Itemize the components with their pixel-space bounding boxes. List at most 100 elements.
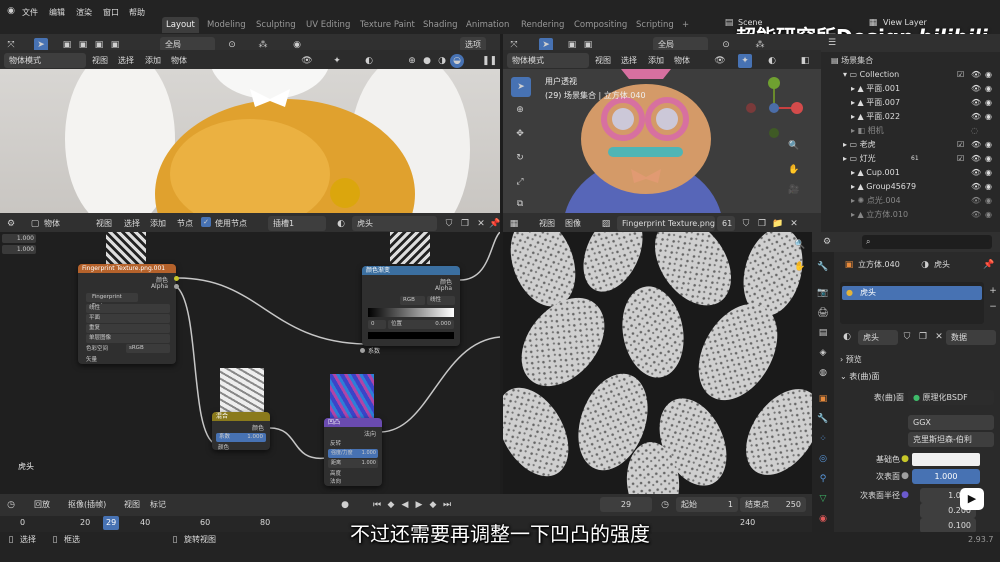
view-layer-tab-icon[interactable]: ▤ [816, 326, 830, 340]
camera-view-icon[interactable]: 🎥 [787, 183, 801, 197]
tool-tab-icon[interactable]: 🔧 [816, 260, 830, 274]
menu-window[interactable]: 窗口 [103, 6, 119, 20]
eye-icon[interactable]: 👁 [971, 82, 981, 96]
menu-file[interactable]: 文件 [22, 6, 38, 20]
node-menu-node[interactable]: 节点 [177, 217, 193, 231]
unlink-image-icon[interactable]: ✕ [787, 217, 801, 231]
render-tab-icon[interactable]: 📷 [816, 286, 830, 300]
outliner-row-camera[interactable]: ▸ ◧ 相机 ◌ [821, 124, 999, 138]
left-viewport-render[interactable] [0, 69, 500, 213]
right-menu-object[interactable]: 物体 [674, 54, 690, 68]
timeline-type-icon[interactable]: ◷ [4, 498, 18, 512]
remove-slot-icon[interactable]: − [986, 300, 1000, 314]
camera-icon[interactable]: ◉ [985, 152, 992, 166]
ramp-fac-socket[interactable] [360, 348, 365, 353]
image-color-socket[interactable] [174, 276, 179, 281]
left-menu-add[interactable]: 添加 [145, 54, 161, 68]
constraints-tab-icon[interactable]: ⚲ [816, 472, 830, 486]
start-frame-field[interactable]: 起始 1 [676, 497, 738, 512]
outliner-row-plane-001[interactable]: ▸ ▲ 平面.001 👁 ◉ [821, 82, 999, 96]
material-slot-list[interactable]: ● 虎头 [840, 282, 984, 324]
outliner-row-cube-010[interactable]: ▸ ▲ 立方体.010 👁 ◉ [821, 208, 999, 222]
overlay-icon[interactable]: ◐ [362, 54, 376, 68]
open-folder-icon[interactable]: 📁 [771, 217, 785, 231]
timeline-menu-view[interactable]: 视图 [124, 498, 140, 512]
image-node-extension[interactable]: 重复 [86, 324, 170, 333]
subsurface-method-select[interactable]: 克里斯坦森-伯利 [908, 432, 994, 447]
duplicate-icon[interactable]: ❐ [916, 330, 930, 344]
outliner-row-pointlight[interactable]: ▸ ✺ 点光.004 👁 ◉ [821, 194, 999, 208]
eye-icon[interactable]: 👁 [971, 152, 981, 166]
slot-select[interactable]: 插槽1 [268, 216, 326, 231]
tab-uv-editing[interactable]: UV Editing [302, 17, 354, 33]
close-icon[interactable]: ✕ [474, 217, 488, 231]
new-image-icon[interactable]: ❐ [755, 217, 769, 231]
node-menu-select[interactable]: 选择 [124, 217, 140, 231]
color-ramp-node[interactable]: 颜色渐变 颜色 Alpha RGB 线性 0 位置 0.000 [362, 266, 460, 346]
eye-icon[interactable]: 👁 [971, 96, 981, 110]
left-menu-object[interactable]: 物体 [171, 54, 187, 68]
zoom-icon[interactable]: 🔍 [787, 139, 801, 153]
camera-icon[interactable]: ◉ [985, 82, 992, 96]
tab-texture-paint[interactable]: Texture Paint [356, 17, 419, 33]
link-data-select[interactable]: 数据 [946, 330, 996, 345]
copy-icon[interactable]: ❐ [458, 217, 472, 231]
material-slot-selected[interactable]: ● 虎头 [842, 286, 982, 300]
node-menu-add[interactable]: 添加 [150, 217, 166, 231]
subsurface-value[interactable]: 1.000 [912, 469, 980, 484]
bump-node-distance-field[interactable]: 距离 1.000 [328, 459, 378, 468]
gizmo-icon[interactable]: ✦ [330, 54, 344, 68]
right-menu-select[interactable]: 选择 [621, 54, 637, 68]
right-mode-select[interactable]: 物体模式 [507, 53, 589, 68]
ramp-gradient[interactable] [368, 308, 454, 317]
bump-node-strength-field[interactable]: 强度/力度 1.000 [328, 449, 378, 458]
blender-logo-icon[interactable]: ◉ [4, 4, 18, 18]
camera-icon[interactable]: ◉ [985, 208, 992, 222]
outliner-row-cup[interactable]: ▸ ▲ Cup.001 👁 ◉ [821, 166, 999, 180]
particles-tab-icon[interactable]: ⁘ [816, 432, 830, 446]
rendered-shading-icon[interactable]: ◒ [450, 54, 464, 68]
physics-tab-icon[interactable]: ◎ [816, 452, 830, 466]
eye-icon[interactable]: 👁 [971, 138, 981, 152]
right-menu-view[interactable]: 视图 [595, 54, 611, 68]
image-canvas[interactable]: 🔍 ✋ [503, 232, 821, 494]
outliner-scene-collection[interactable]: ▤ 场景集合 [821, 54, 999, 68]
tab-shading[interactable]: Shading [419, 17, 462, 33]
gizmo-icon-2[interactable]: ✦ [738, 54, 752, 68]
data-tab-icon[interactable]: ▽ [816, 492, 830, 506]
wireframe-shading-icon[interactable]: ⊕ [405, 54, 419, 68]
tab-layout[interactable]: Layout [162, 17, 199, 33]
image-name-field[interactable]: Fingerprint Texture.png [617, 216, 715, 231]
outliner-row-plane-007[interactable]: ▸ ▲ 平面.007 👁 ◉ [821, 96, 999, 110]
material-browse-icon[interactable]: ◐ [840, 330, 854, 344]
fake-user-icon[interactable]: ⛉ [739, 217, 753, 231]
timeline-menu-keying[interactable]: 抠像(插帧) [68, 498, 106, 512]
camera-icon[interactable]: ◉ [985, 96, 992, 110]
radius-socket-icon[interactable]: ● [898, 488, 912, 502]
pin-icon-2[interactable]: 📌 [982, 258, 996, 272]
eye-icon[interactable]: 👁 [971, 110, 981, 124]
tool-scale-icon[interactable]: ⤢ [513, 175, 527, 189]
xray-icon[interactable]: ◧ [798, 54, 812, 68]
object-tab-icon[interactable]: ▣ [816, 392, 830, 406]
tab-scripting[interactable]: Scripting [632, 17, 678, 33]
play-reverse-icon[interactable]: ◀ [398, 498, 412, 512]
image-zoom-icon[interactable]: 🔍 [793, 238, 807, 252]
ramp-node-interp[interactable]: 线性 [427, 296, 455, 305]
image-alpha-socket[interactable] [174, 284, 179, 289]
editor-type-icon[interactable]: ⚙ [4, 217, 18, 231]
prev-keyframe-icon[interactable]: ◆ [384, 498, 398, 512]
pause-render-icon[interactable]: ❚❚ [482, 54, 497, 68]
eye-hidden-icon[interactable]: ◌ [971, 124, 978, 138]
checkbox-icon[interactable]: ☑ [957, 68, 964, 82]
value-field-1[interactable]: 1.000 [2, 234, 36, 243]
bump-node-invert[interactable]: 反转 [330, 439, 341, 447]
outliner-row-lights[interactable]: ▸ ▭ 灯光 61 ☑ 👁 ◉ [821, 152, 999, 166]
camera-icon[interactable]: ◉ [985, 110, 992, 124]
value-field-2[interactable]: 1.000 [2, 245, 36, 254]
tab-modeling[interactable]: Modeling [203, 17, 250, 33]
node-menu-view[interactable]: 视图 [96, 217, 112, 231]
play-icon[interactable]: ▶ [412, 498, 426, 512]
pin-icon[interactable]: 📌 [488, 217, 502, 231]
unlink-icon[interactable]: ✕ [932, 330, 946, 344]
